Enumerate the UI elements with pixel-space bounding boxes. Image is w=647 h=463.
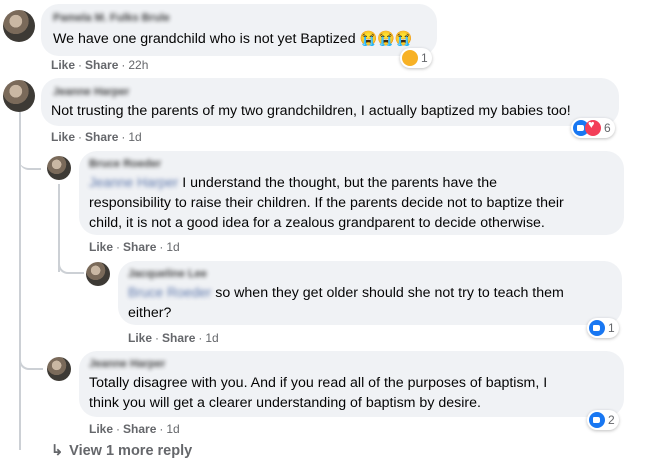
- reply-bubble: Bruce Roeder Jeanne Harper I understand …: [79, 151, 624, 235]
- sad-icon: [402, 50, 418, 66]
- reply-text-line: so when they get older should she not tr…: [215, 285, 564, 301]
- reply-actions: Like · Share · 1d: [128, 331, 219, 345]
- reply-author[interactable]: Jacqueline Lee: [128, 268, 207, 280]
- like-link[interactable]: Like: [51, 130, 75, 144]
- reaction-count: 1: [608, 321, 615, 335]
- thread-branch-nested: [58, 256, 84, 274]
- view-more-replies[interactable]: ↳ View 1 more reply: [51, 443, 192, 459]
- reply-text: Totally disagree with you. And if you re…: [89, 373, 619, 413]
- reaction-summary[interactable]: 1: [587, 318, 619, 338]
- like-link[interactable]: Like: [128, 331, 152, 345]
- share-link[interactable]: Share: [85, 58, 118, 72]
- comment-actions: Like · Share · 22h: [51, 58, 149, 72]
- like-icon: [589, 412, 605, 428]
- timestamp[interactable]: 1d: [128, 130, 141, 144]
- timestamp[interactable]: 22h: [128, 58, 148, 72]
- avatar[interactable]: [3, 80, 35, 112]
- comment-author[interactable]: Jeanne Harper: [53, 86, 129, 98]
- comment-text: We have one grandchild who is not yet Ba…: [53, 31, 413, 47]
- avatar[interactable]: [86, 262, 110, 286]
- comment-bubble: Jeanne Harper Not trusting the parents o…: [41, 78, 619, 126]
- share-link[interactable]: Share: [123, 422, 156, 436]
- reaction-count: 1: [421, 51, 428, 65]
- reply-text-line: Totally disagree with you. And if you re…: [89, 375, 548, 391]
- reply-bubble: Jacqueline Lee Bruce Roeder so when they…: [118, 261, 622, 325]
- like-link[interactable]: Like: [89, 240, 113, 254]
- mention-link[interactable]: Bruce Roeder: [128, 285, 211, 300]
- like-link[interactable]: Like: [89, 422, 113, 436]
- comment-author[interactable]: Pamela M. Fulks Brule: [53, 12, 170, 24]
- timestamp[interactable]: 1d: [166, 240, 179, 254]
- reply-text-line: I understand the thought, but the parent…: [182, 175, 497, 191]
- reaction-count: 6: [604, 121, 611, 135]
- love-icon: [585, 119, 601, 136]
- share-link[interactable]: Share: [162, 331, 195, 345]
- share-link[interactable]: Share: [123, 240, 156, 254]
- reply-text-line: either?: [128, 305, 172, 321]
- reaction-summary[interactable]: 6: [571, 118, 615, 138]
- mention-link[interactable]: Jeanne Harper: [89, 175, 178, 190]
- reply-text: Jeanne Harper I understand the thought, …: [89, 173, 619, 233]
- reply-text-line: think you will get a clearer understandi…: [89, 395, 481, 411]
- thread-branch: [19, 350, 43, 370]
- reply-arrow-icon: ↳: [51, 443, 64, 459]
- comment-text: Not trusting the parents of my two grand…: [51, 103, 571, 119]
- reaction-summary[interactable]: 2: [587, 410, 619, 430]
- comment-bubble: Pamela M. Fulks Brule We have one grandc…: [41, 4, 437, 56]
- timestamp[interactable]: 1d: [166, 422, 179, 436]
- avatar[interactable]: [3, 10, 35, 42]
- reply-author[interactable]: Bruce Roeder: [89, 158, 161, 170]
- reaction-count: 2: [608, 413, 615, 427]
- reaction-summary[interactable]: 1: [400, 48, 432, 68]
- reply-author[interactable]: Jeanne Harper: [89, 358, 165, 370]
- timestamp[interactable]: 1d: [205, 331, 218, 345]
- thread-branch: [19, 148, 41, 170]
- like-icon: [589, 320, 605, 336]
- reply-text-line: child, it is not a good idea for a zealo…: [89, 215, 545, 231]
- avatar[interactable]: [47, 156, 71, 180]
- reply-text: Bruce Roeder so when they get older shou…: [128, 283, 618, 323]
- reply-text-line: responsibility to raise their children. …: [89, 195, 564, 211]
- like-link[interactable]: Like: [51, 58, 75, 72]
- comment-actions: Like · Share · 1d: [51, 130, 142, 144]
- reply-actions: Like · Share · 1d: [89, 422, 180, 436]
- view-more-label: View 1 more reply: [69, 443, 193, 459]
- avatar[interactable]: [47, 357, 71, 381]
- share-link[interactable]: Share: [85, 130, 118, 144]
- reply-bubble: Jeanne Harper Totally disagree with you.…: [79, 351, 624, 417]
- reply-actions: Like · Share · 1d: [89, 240, 180, 254]
